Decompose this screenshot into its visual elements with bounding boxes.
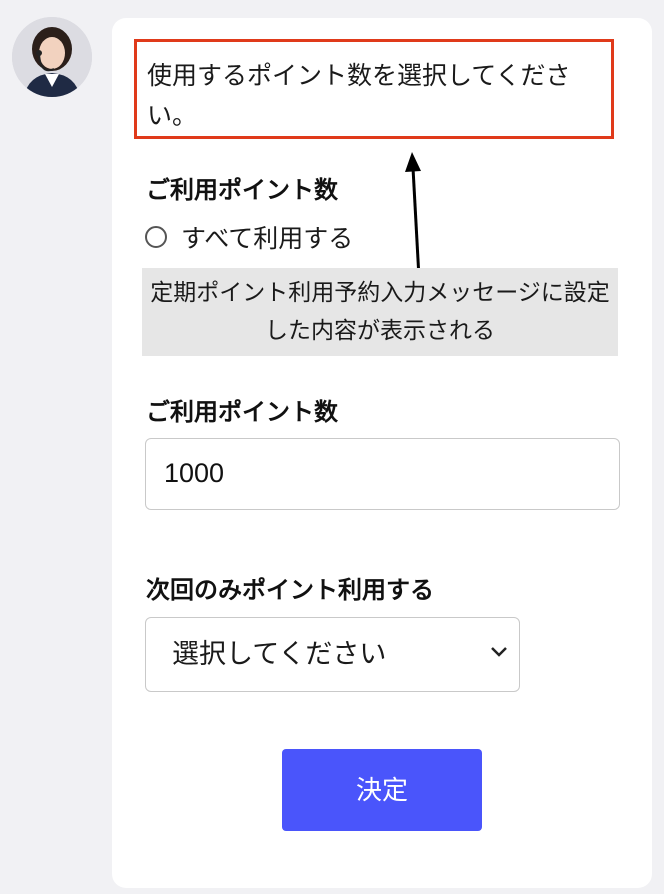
radio-label: すべて利用する <box>181 224 354 253</box>
next-only-select[interactable]: 選択してください <box>145 617 520 692</box>
avatar <box>12 17 92 97</box>
submit-button[interactable]: 決定 <box>282 749 482 831</box>
points-field-label: ご利用ポイント数 <box>146 399 338 426</box>
radio-button[interactable] <box>145 226 167 248</box>
support-agent-avatar-icon <box>12 17 92 97</box>
use-all-radio-option[interactable]: すべて利用する <box>145 219 353 255</box>
next-only-label: 次回のみポイント利用する <box>146 577 434 604</box>
chevron-down-icon <box>491 647 507 657</box>
message-card: 使用するポイント数を選択してください。 ご利用ポイント数 すべて利用する 定期ポ… <box>112 18 652 888</box>
select-value: 選択してください <box>172 639 387 669</box>
annotation-note: 定期ポイント利用予約入力メッセージに設定した内容が表示される <box>142 268 618 356</box>
chat-page: 使用するポイント数を選択してください。 ご利用ポイント数 すべて利用する 定期ポ… <box>0 0 664 894</box>
annotation-arrow-icon <box>405 152 421 279</box>
section-label-points: ご利用ポイント数 <box>146 177 338 204</box>
prompt-message: 使用するポイント数を選択してください。 <box>134 39 614 139</box>
points-input[interactable]: 1000 <box>145 438 620 510</box>
